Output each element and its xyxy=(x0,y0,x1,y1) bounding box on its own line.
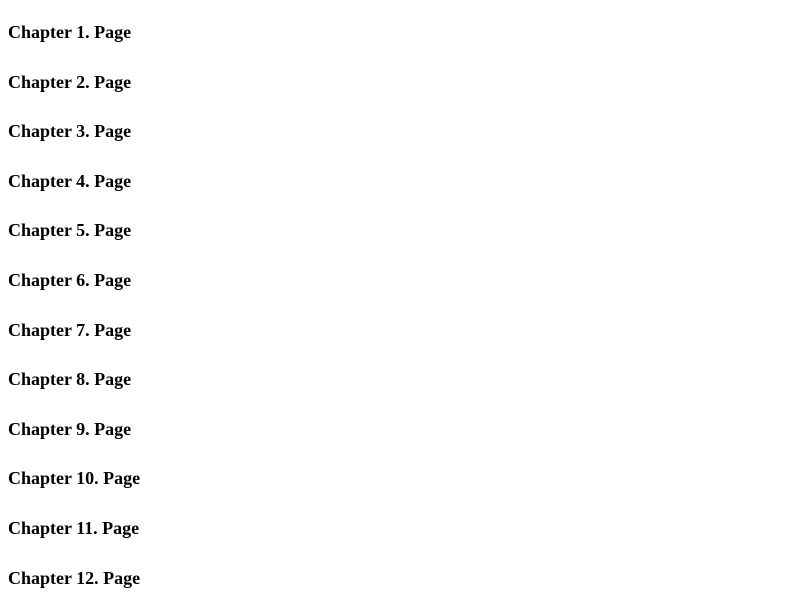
chapter-heading: Chapter 3. Page xyxy=(8,121,792,143)
chapter-heading: Chapter 9. Page xyxy=(8,419,792,441)
chapter-heading: Chapter 4. Page xyxy=(8,171,792,193)
chapter-heading: Chapter 6. Page xyxy=(8,270,792,292)
chapter-heading: Chapter 12. Page xyxy=(8,568,792,590)
chapter-heading: Chapter 5. Page xyxy=(8,220,792,242)
chapter-heading: Chapter 2. Page xyxy=(8,72,792,94)
chapter-heading: Chapter 7. Page xyxy=(8,320,792,342)
chapter-heading: Chapter 8. Page xyxy=(8,369,792,391)
chapter-heading: Chapter 10. Page xyxy=(8,468,792,490)
chapter-list: Chapter 1. Page Chapter 2. Page Chapter … xyxy=(8,22,792,589)
chapter-heading: Chapter 1. Page xyxy=(8,22,792,44)
chapter-heading: Chapter 11. Page xyxy=(8,518,792,540)
